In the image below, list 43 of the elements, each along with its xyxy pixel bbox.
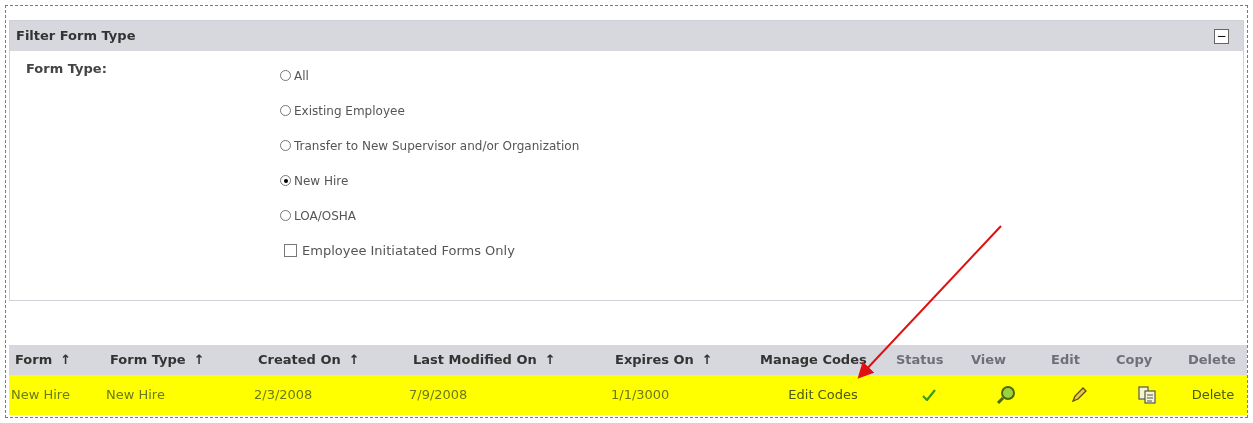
table-cell-text: 7/9/2008 (409, 386, 468, 405)
radio-button[interactable] (280, 140, 291, 151)
sort-icon[interactable]: ↑ (193, 350, 205, 370)
radio-button[interactable] (280, 175, 291, 186)
radio-button[interactable] (280, 105, 291, 116)
column-header: Status (896, 351, 944, 370)
table-cell-text: New Hire (106, 386, 165, 405)
collapse-button[interactable]: − (1214, 28, 1229, 44)
table-link[interactable]: Delete (1191, 385, 1235, 405)
radio-label: New Hire (294, 172, 349, 190)
search-icon[interactable] (996, 385, 1016, 405)
column-header: Copy (1116, 351, 1153, 370)
radio-label: Transfer to New Supervisor and/or Organization (294, 137, 580, 155)
table-link[interactable]: Edit Codes (788, 385, 858, 405)
column-header: View (971, 351, 1007, 370)
sort-icon[interactable]: ↑ (60, 350, 72, 370)
sort-icon[interactable]: ↑ (544, 350, 556, 370)
checkbox[interactable] (284, 244, 297, 257)
checkmark-icon (921, 389, 936, 401)
pencil-icon[interactable] (1069, 386, 1088, 404)
column-header[interactable]: Form (15, 350, 53, 370)
radio-button[interactable] (280, 210, 291, 221)
table-cell-text: 2/3/2008 (254, 386, 313, 405)
panel-title: Filter Form Type (16, 27, 136, 46)
checkbox-label: Employee Initiatated Forms Only (302, 241, 515, 260)
column-header: Delete (1188, 351, 1236, 370)
column-header[interactable]: Form Type (110, 350, 186, 370)
table-row[interactable]: New Hire New Hire 2/3/2008 7/9/2008 1/1/3000 Edit Codes Delete (9, 375, 1247, 415)
radio-label: Existing Employee (294, 102, 405, 120)
sort-icon[interactable]: ↑ (701, 350, 713, 370)
column-header[interactable]: Created On (258, 350, 341, 370)
table-cell-text: 1/1/3000 (611, 386, 670, 405)
column-header: Edit (1051, 351, 1080, 370)
copy-icon[interactable] (1138, 386, 1156, 404)
column-header[interactable]: Last Modified On (413, 350, 537, 370)
field-label: Form Type: (25, 60, 108, 78)
radio-button[interactable] (280, 70, 291, 81)
column-header[interactable]: Expires On (615, 350, 694, 370)
sort-icon[interactable]: ↑ (348, 350, 360, 370)
column-header: Manage Codes (760, 351, 867, 370)
radio-label: All (294, 67, 309, 85)
table-cell-text: New Hire (11, 386, 70, 405)
radio-label: LOA/OSHA (294, 207, 357, 225)
